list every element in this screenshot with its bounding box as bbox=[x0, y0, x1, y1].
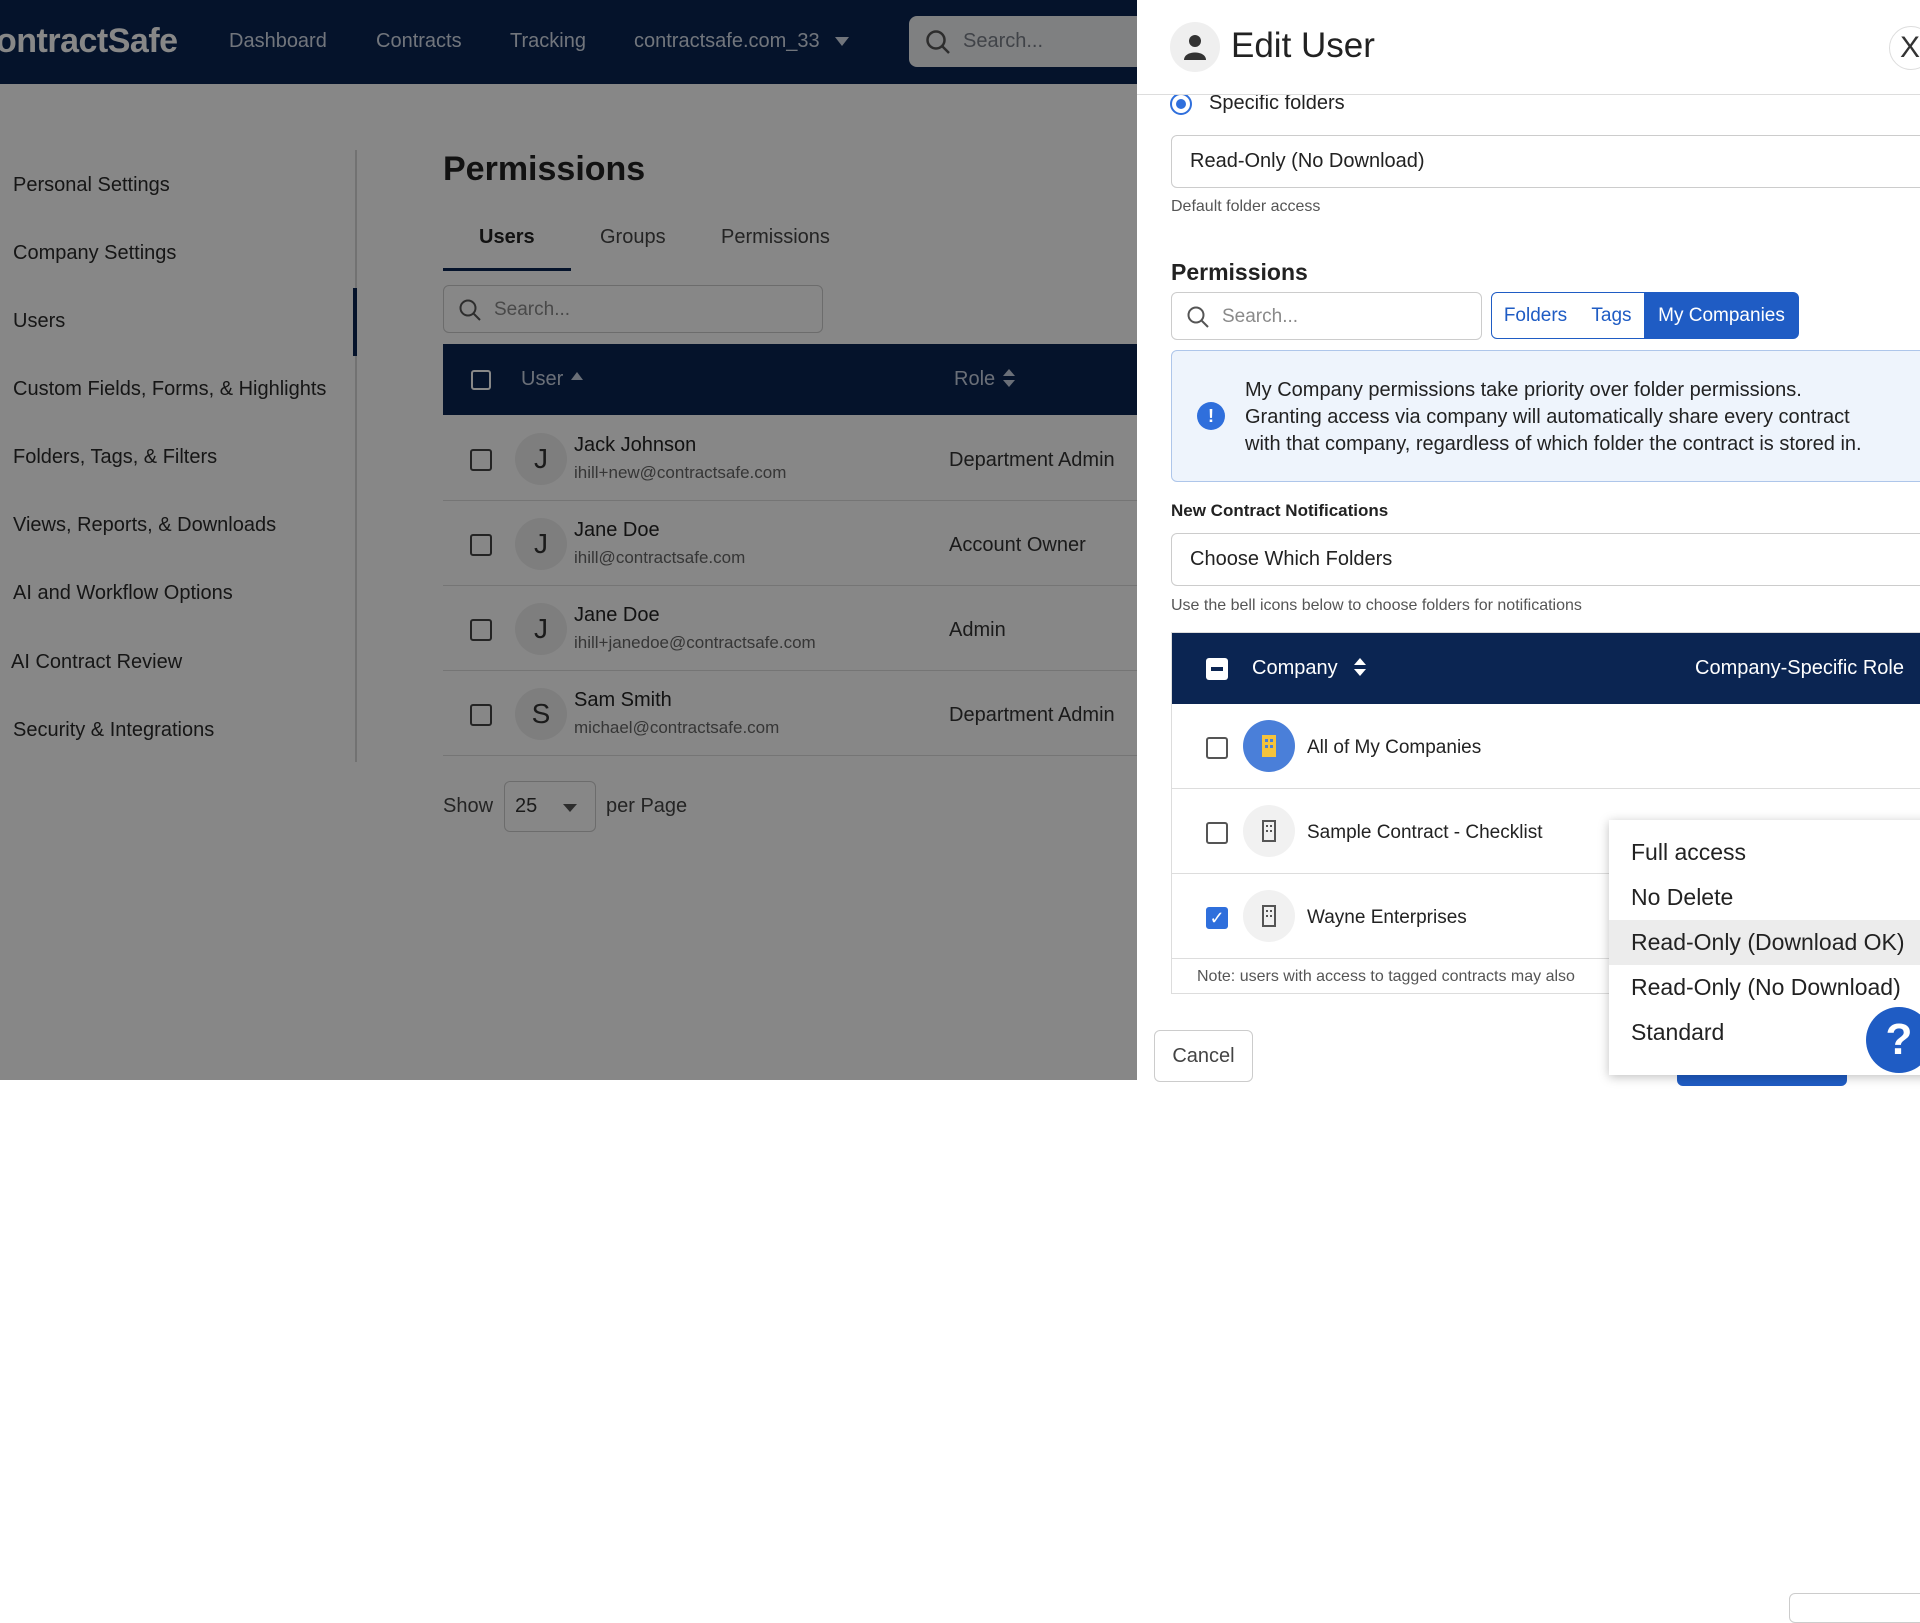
cancel-button[interactable]: Cancel bbox=[1154, 1030, 1253, 1082]
default-folder-access-select[interactable]: Read-Only (No Download) bbox=[1171, 135, 1920, 188]
company-checkbox[interactable]: ✓ bbox=[1206, 907, 1228, 929]
company-checkbox[interactable] bbox=[1206, 737, 1228, 759]
permissions-search-input[interactable]: Search... bbox=[1171, 292, 1482, 340]
notifications-label: New Contract Notifications bbox=[1171, 501, 1389, 520]
option-read-only-no-download[interactable]: Read-Only (No Download) bbox=[1609, 965, 1920, 1010]
column-company-role[interactable]: Company-Specific Role bbox=[1695, 657, 1904, 680]
tab-tags[interactable]: Tags bbox=[1579, 292, 1645, 339]
permissions-search-placeholder: Search... bbox=[1222, 306, 1299, 327]
notifications-help: Use the bell icons below to choose folde… bbox=[1171, 597, 1582, 614]
access-note: Note: users with access to tagged contra… bbox=[1197, 968, 1575, 985]
default-folder-access-value: Read-Only (No Download) bbox=[1190, 150, 1425, 172]
user-icon bbox=[1170, 22, 1220, 72]
info-text-line: Granting access via company will automat… bbox=[1245, 406, 1850, 428]
tab-folders[interactable]: Folders bbox=[1491, 292, 1580, 339]
specific-folders-label: Specific folders bbox=[1209, 92, 1345, 114]
option-full-access[interactable]: Full access bbox=[1609, 830, 1920, 875]
building-icon bbox=[1243, 890, 1295, 942]
sort-icon[interactable] bbox=[1354, 658, 1366, 676]
info-alert: ! My Company permissions take priority o… bbox=[1171, 350, 1920, 482]
option-read-only-download-ok[interactable]: Read-Only (Download OK) bbox=[1609, 920, 1920, 965]
panel-header: Edit User X bbox=[1137, 0, 1920, 95]
building-icon bbox=[1243, 805, 1295, 857]
default-folder-access-help: Default folder access bbox=[1171, 198, 1321, 215]
building-icon bbox=[1243, 720, 1295, 772]
companies-table-header: Company Company-Specific Role bbox=[1172, 633, 1920, 704]
option-no-delete[interactable]: No Delete bbox=[1609, 875, 1920, 920]
search-icon bbox=[1187, 306, 1209, 328]
close-icon[interactable]: X bbox=[1889, 26, 1920, 70]
company-row[interactable]: All of My Companies bbox=[1172, 704, 1920, 789]
company-role-select[interactable] bbox=[1789, 1593, 1920, 1623]
company-checkbox[interactable] bbox=[1206, 822, 1228, 844]
permissions-heading: Permissions bbox=[1171, 259, 1308, 285]
company-name: All of My Companies bbox=[1307, 737, 1482, 758]
company-name: Sample Contract - Checklist bbox=[1307, 822, 1543, 843]
specific-folders-radio[interactable] bbox=[1170, 93, 1192, 115]
notifications-value: Choose Which Folders bbox=[1190, 548, 1393, 570]
info-text-line: with that company, regardless of which f… bbox=[1245, 433, 1862, 455]
modal-backdrop[interactable] bbox=[0, 0, 1137, 1080]
info-text-line: My Company permissions take priority ove… bbox=[1245, 379, 1802, 401]
column-company[interactable]: Company bbox=[1252, 657, 1338, 680]
notifications-select[interactable]: Choose Which Folders bbox=[1171, 533, 1920, 586]
company-name: Wayne Enterprises bbox=[1307, 907, 1467, 928]
select-all-companies-checkbox[interactable] bbox=[1206, 658, 1228, 680]
tab-my-companies[interactable]: My Companies bbox=[1644, 292, 1799, 339]
panel-title: Edit User bbox=[1231, 26, 1375, 65]
info-icon: ! bbox=[1197, 402, 1225, 430]
